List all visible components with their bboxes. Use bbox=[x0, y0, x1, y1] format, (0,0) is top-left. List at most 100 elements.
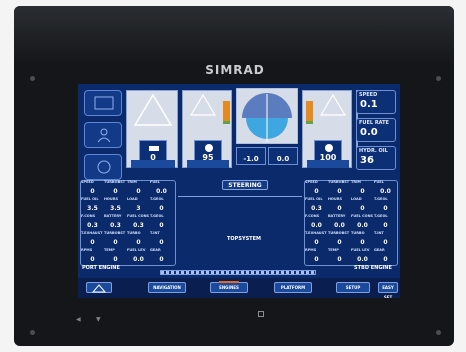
hydraulic-oil-label: HYDR. OIL bbox=[359, 148, 388, 154]
screw bbox=[30, 330, 35, 335]
active-indicator bbox=[219, 281, 239, 283]
port-engine-cell-label: TURBO bbox=[127, 231, 141, 235]
port-engine-cell-label: RPMS bbox=[81, 248, 93, 252]
level-marker bbox=[306, 121, 313, 124]
power-icon bbox=[97, 160, 111, 174]
port-engine-cell-label: LOAD bbox=[127, 197, 138, 201]
stbd-engine-cell-value: 0 bbox=[314, 188, 319, 195]
panel-icon bbox=[94, 96, 114, 110]
fuel-rate-label: FUEL RATE bbox=[359, 120, 389, 126]
sidebar-item-power[interactable] bbox=[84, 154, 122, 180]
stbd-engine-cell-label: TURBO bbox=[351, 231, 365, 235]
stbd-engine-cell-value: 0 bbox=[383, 256, 388, 263]
rudder-left: -1.0 bbox=[236, 147, 266, 165]
easy-set-button[interactable]: EASY SET bbox=[378, 282, 398, 298]
port-engine-cell-value: 0 bbox=[113, 188, 118, 195]
engine-icon bbox=[149, 146, 159, 151]
port-engine-cell-value: 3.5 bbox=[110, 205, 121, 212]
fuel-rate-value: 0.0 bbox=[360, 127, 378, 138]
port-engine-cell-value: 0 bbox=[90, 256, 95, 263]
navigation-button[interactable]: NAVIGATION bbox=[148, 282, 186, 293]
stbd-engine-cell-label: RPMS bbox=[305, 248, 317, 252]
stbd-engine-cell: RPMS 0 bbox=[305, 248, 328, 268]
panel-tab bbox=[307, 160, 349, 168]
port-engine-cell-value: 0 bbox=[159, 239, 164, 246]
port-engine-cell: GEAR 0 bbox=[150, 248, 173, 268]
port-engine-cell-value: 0 bbox=[113, 256, 118, 263]
stbd-engine-cell-value: 0 bbox=[360, 239, 365, 246]
screw bbox=[30, 76, 35, 81]
stbd-engine-cell-value: 0 bbox=[337, 239, 342, 246]
port-engine-cell-label: TURBOBST bbox=[104, 180, 126, 184]
port-engine-cell-label: T.EXHAUST bbox=[81, 231, 103, 235]
helm-dial bbox=[235, 87, 299, 145]
bezel-shade bbox=[14, 6, 454, 66]
port-engine-cell-label: FUEL bbox=[150, 180, 160, 184]
stbd-engine-cell-label: T.EXHAUST bbox=[305, 231, 327, 235]
hydraulic-oil-value: 36 bbox=[360, 155, 374, 166]
port-engine-cell-value: 0 bbox=[90, 239, 95, 246]
port-engine-grid: SPEED 0 TURBOBST 0 TRIM 0 FUEL 0.0 FUEL OIL 3.5 HO… bbox=[81, 180, 175, 266]
stbd-engine-cell-value: 0 bbox=[337, 205, 342, 212]
port-engine-cell-label: F.CONS bbox=[81, 214, 96, 218]
stbd-engine-label: STBD ENGINE bbox=[354, 265, 392, 271]
speed-readout: SPEED 0.1 bbox=[356, 90, 396, 114]
warning-icon bbox=[91, 284, 107, 293]
stbd-engine-cell-label: FUEL CONS bbox=[351, 214, 374, 218]
sidebar-item-user[interactable] bbox=[84, 122, 122, 148]
port-engine-cell-value: 3 bbox=[136, 205, 141, 212]
port-engine-label: PORT ENGINE bbox=[82, 265, 120, 271]
home-icon[interactable] bbox=[258, 311, 264, 317]
port-engine-cell-value: 0 bbox=[90, 188, 95, 195]
port-engine-cell-value: 0.3 bbox=[87, 222, 98, 229]
port-engine-cell-label: TRIM bbox=[127, 180, 137, 184]
port-engine-cell-value: 0.3 bbox=[110, 222, 121, 229]
stbd-engine-cell-value: 0 bbox=[337, 256, 342, 263]
stbd-engine-cell-label: TEMP bbox=[328, 248, 339, 252]
port-engine-cell-value: 0.3 bbox=[133, 222, 144, 229]
speed-value: 0.1 bbox=[360, 99, 378, 110]
stbd-engine-cell-value: 0.0 bbox=[357, 256, 368, 263]
stbd-engine-cell-label: BATTERY bbox=[328, 214, 346, 218]
stbd-engine-cell-label: FUEL LEV bbox=[351, 248, 370, 252]
port-engine-cell-value: 0.0 bbox=[133, 256, 144, 263]
port-engine-cell-value: 0 bbox=[113, 239, 118, 246]
stbd-engine-cell-label: HOURS bbox=[328, 197, 342, 201]
panel-tab bbox=[187, 160, 229, 168]
propeller-icon bbox=[325, 144, 333, 152]
port-engine-cell-label: T.GEOL bbox=[150, 214, 164, 218]
port-engine-cell-value: 3.5 bbox=[87, 205, 98, 212]
stbd-engine-cell-value: 0 bbox=[383, 205, 388, 212]
stbd-engine-cell-value: 0.0 bbox=[380, 188, 391, 195]
steering-button[interactable]: STEERING bbox=[222, 180, 268, 190]
level-marker bbox=[223, 121, 230, 124]
rudder-value: -1.0 bbox=[243, 155, 259, 163]
port-engine-cell-value: 0 bbox=[159, 205, 164, 212]
menu-icon[interactable]: ▼ bbox=[96, 316, 101, 323]
port-engine-cell-label: SPEED bbox=[81, 180, 94, 184]
back-icon[interactable]: ◀ bbox=[76, 316, 81, 323]
stbd-engine-cell-label: TURBOBST bbox=[328, 180, 350, 184]
engine-gauge-stbd-trim[interactable]: 100 bbox=[302, 90, 352, 168]
port-engine-cell-value: 0 bbox=[159, 256, 164, 263]
port-engine-cell-value: 0 bbox=[136, 188, 141, 195]
stbd-engine-cell-value: 0 bbox=[360, 205, 365, 212]
trim-up-icon bbox=[133, 93, 173, 126]
stbd-engine-cell: TEMP 0 bbox=[328, 248, 351, 268]
engine-gauge-port-trim[interactable]: 95 bbox=[182, 90, 232, 168]
stbd-engine-grid: SPEED 0 TURBOBST 0 TRIM 0 FUEL 0.0 FUEL OIL 0.3 HO… bbox=[305, 180, 399, 266]
alarm-button[interactable] bbox=[86, 282, 112, 293]
stbd-engine-cell-label: LOAD bbox=[351, 197, 362, 201]
stbd-engine-cell-value: 0.3 bbox=[311, 205, 322, 212]
level-bar bbox=[223, 101, 230, 121]
engine-gauge-port[interactable]: 0 bbox=[126, 90, 178, 168]
stbd-engine-cell-label: GEAR bbox=[374, 248, 385, 252]
setup-button[interactable]: SETUP bbox=[336, 282, 370, 293]
sidebar-item-settings[interactable] bbox=[84, 90, 122, 116]
topsystem-logo: TOPSYSTEM bbox=[227, 236, 261, 242]
stbd-engine-cell-label: SPEED bbox=[305, 180, 318, 184]
stbd-engine-cell-value: 0.0 bbox=[357, 222, 368, 229]
platform-button[interactable]: PLATFORM bbox=[274, 282, 312, 293]
propeller-icon bbox=[205, 144, 213, 152]
engines-button[interactable]: ENGINES bbox=[210, 281, 248, 293]
